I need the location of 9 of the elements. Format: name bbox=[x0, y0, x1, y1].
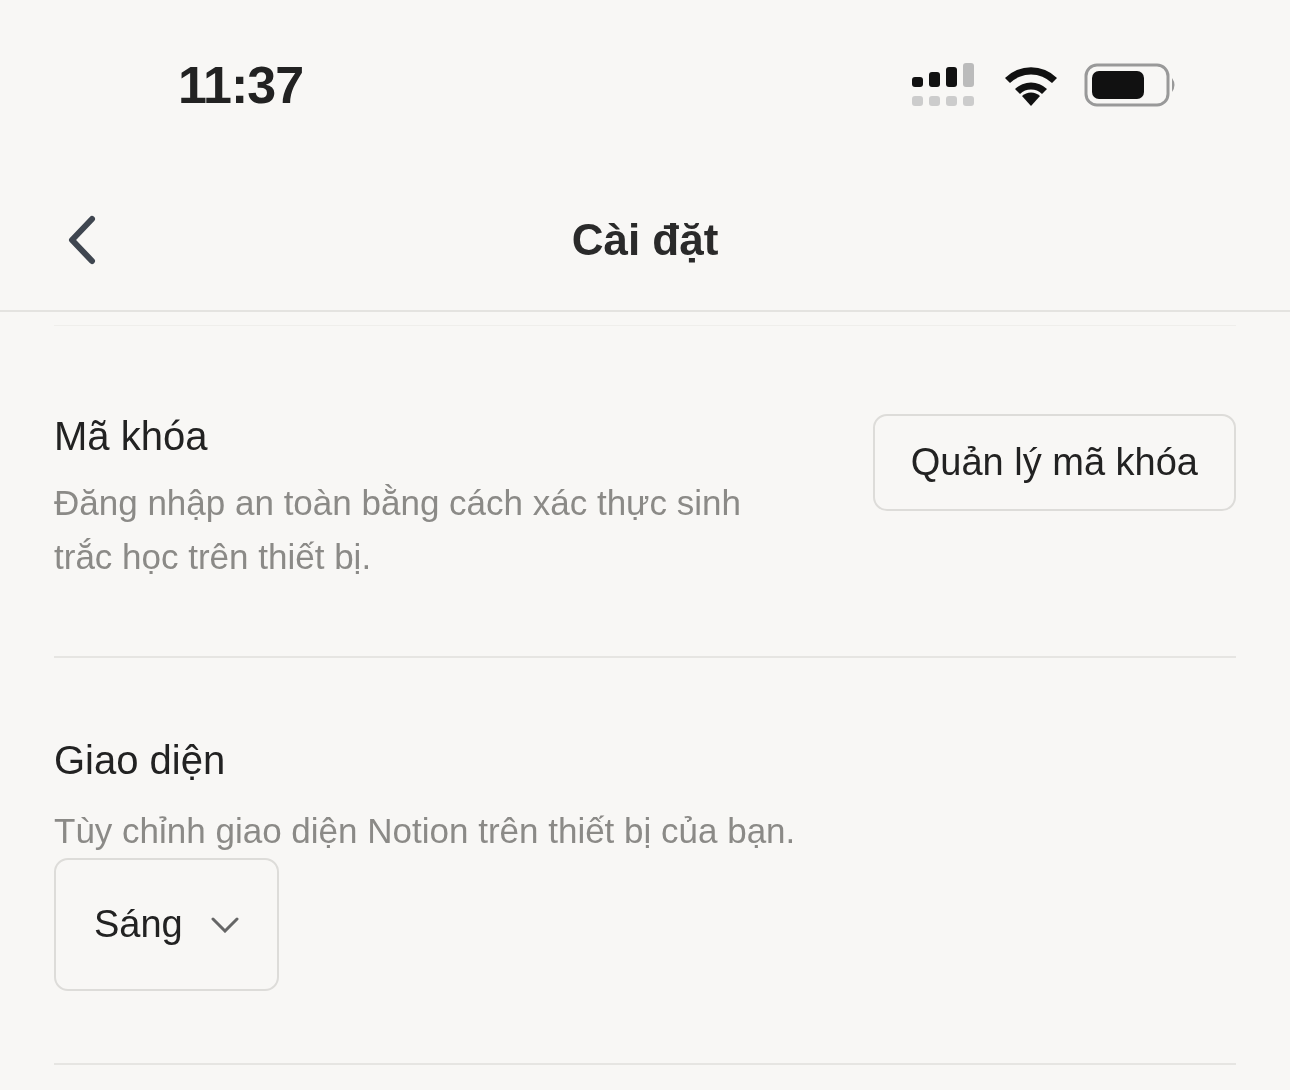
page-title: Cài đặt bbox=[571, 214, 719, 266]
setting-title: Giao diện bbox=[54, 737, 227, 784]
chevron-down-icon bbox=[210, 916, 239, 933]
manage-button[interactable]: Quản lý mã khóa bbox=[872, 414, 1236, 511]
status-time: 11:37 bbox=[178, 55, 304, 116]
theme-dropdown[interactable]: Sáng bbox=[54, 858, 279, 991]
setting-title: Mã khóa bbox=[54, 413, 209, 460]
setting-description: Tùy chỉnh giao diện Notion trên thiết bị của bạn. bbox=[54, 810, 797, 852]
setting-description: Đăng nhập an toàn bằng cách xác thực sinh trắc học trên thiết bị. bbox=[54, 482, 742, 578]
